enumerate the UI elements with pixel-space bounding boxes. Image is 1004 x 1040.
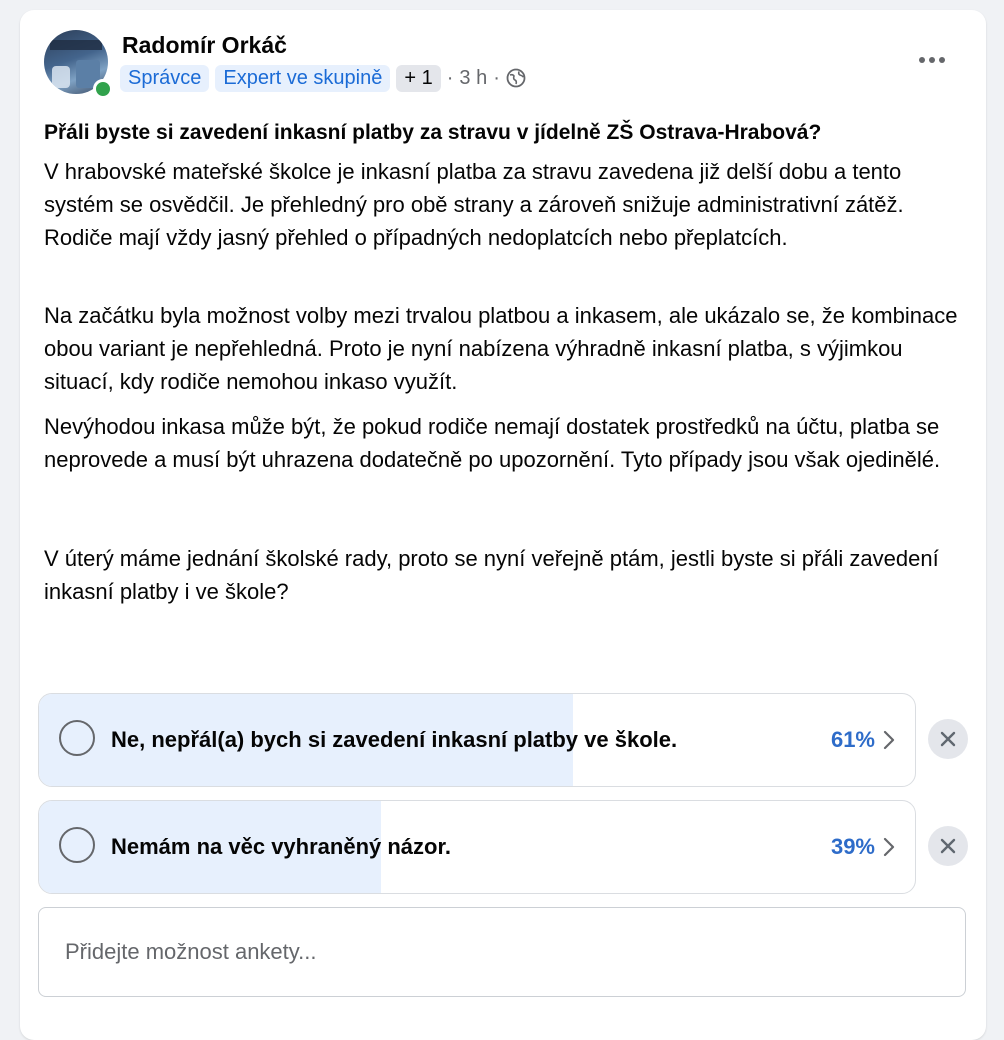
online-status-dot	[93, 79, 113, 99]
poll-option[interactable]: Ne, nepřál(a) bych si zavedení inkasní p…	[38, 693, 916, 787]
post-paragraph: V hrabovské mateřské školce je inkasní p…	[44, 159, 904, 250]
meta-separator: ·	[446, 66, 454, 89]
more-options-icon[interactable]	[910, 42, 954, 78]
poll-option-label: Nemám na věc vyhraněný názor.	[111, 834, 451, 859]
post-title: Přáli byste si zavedení inkasní platby z…	[44, 121, 822, 144]
remove-option-button[interactable]	[928, 826, 968, 866]
post-time[interactable]: 3 h	[459, 67, 487, 90]
badge-expert[interactable]: Expert ve skupině	[215, 64, 391, 92]
author-name[interactable]: Radomír Orkáč	[122, 32, 287, 59]
meta-separator: ·	[493, 66, 500, 89]
post-meta: Správce Expert ve skupině + 1 · 3 h ·	[120, 63, 526, 93]
post-paragraph: Na začátku byla možnost volby mezi trval…	[44, 303, 958, 394]
close-icon	[940, 838, 956, 854]
badge-more[interactable]: + 1	[396, 64, 441, 92]
post-paragraph: V úterý máme jednání školské rady, proto…	[44, 546, 939, 604]
chevron-right-icon[interactable]	[883, 730, 895, 750]
chevron-right-icon[interactable]	[883, 837, 895, 857]
poll-option-label: Ne, nepřál(a) bych si zavedení inkasní p…	[111, 727, 678, 752]
post-card: Radomír Orkáč Správce Expert ve skupině …	[20, 10, 986, 1040]
poll-option-percent[interactable]: 61%	[831, 694, 875, 786]
close-icon	[940, 731, 956, 747]
poll-option[interactable]: Nemám na věc vyhraněný názor. 39%	[38, 800, 916, 894]
globe-icon	[506, 68, 526, 88]
badge-admin[interactable]: Správce	[120, 64, 210, 92]
add-poll-option-input[interactable]	[38, 907, 966, 997]
poll-option-percent[interactable]: 39%	[831, 801, 875, 893]
remove-option-button[interactable]	[928, 719, 968, 759]
post-paragraph: Nevýhodou inkasa může být, že pokud rodi…	[44, 414, 941, 472]
poll-radio[interactable]	[59, 720, 95, 756]
poll-radio[interactable]	[59, 827, 95, 863]
